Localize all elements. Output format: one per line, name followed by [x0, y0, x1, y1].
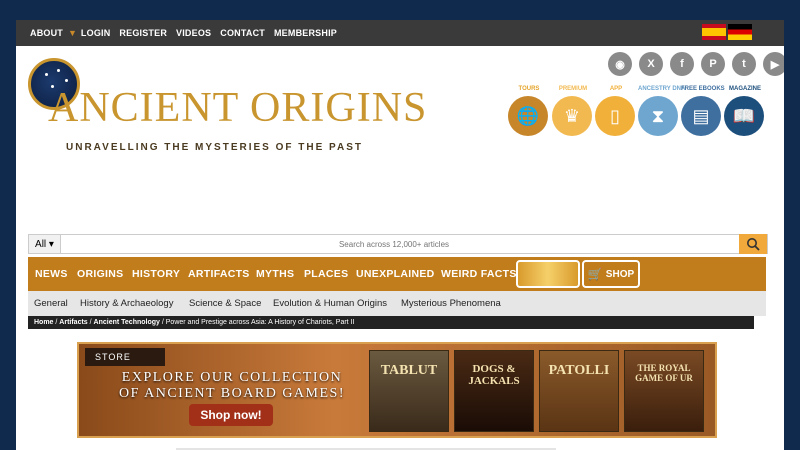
- subnav-general[interactable]: General: [34, 291, 68, 316]
- game-dogs-jackals[interactable]: DOGS & JACKALS: [454, 350, 534, 432]
- banner-line-1: EXPLORE OUR COLLECTION: [121, 370, 343, 385]
- game-patolli[interactable]: PATOLLI: [539, 350, 619, 432]
- store-banner[interactable]: STORE EXPLORE OUR COLLECTION OF ANCIENT …: [77, 342, 717, 438]
- category-free-ebooks[interactable]: FREE EBOOKS ▤: [681, 86, 725, 136]
- nav-artifacts[interactable]: ARTIFACTS: [188, 257, 250, 291]
- nav-unexplained[interactable]: UNEXPLAINED: [356, 257, 435, 291]
- social-links: ◉ X f P t ▶: [601, 52, 784, 76]
- dna-icon: ⧗: [638, 96, 678, 136]
- nav-contact[interactable]: CONTACT: [220, 28, 265, 38]
- page: ABOUT ▼ LOGIN REGISTER VIDEOS CONTACT ME…: [16, 20, 784, 450]
- category-app[interactable]: APP ▯: [595, 86, 637, 136]
- search-scope-select[interactable]: All ▾: [29, 235, 61, 253]
- subnav-history-archaeology[interactable]: History & Archaeology: [80, 291, 173, 316]
- spanish-flag-icon[interactable]: [702, 24, 726, 40]
- category-magazine[interactable]: MAGAZINE 📖: [724, 86, 766, 136]
- crown-icon: ♛: [552, 96, 592, 136]
- pinterest-icon[interactable]: P: [701, 52, 725, 76]
- caret-down-icon[interactable]: ▼: [68, 28, 77, 38]
- main-nav: NEWS ORIGINS HISTORY ARTIFACTS MYTHS PLA…: [28, 257, 766, 291]
- shop-now-button[interactable]: Shop now!: [189, 404, 273, 426]
- nav-history[interactable]: HISTORY: [132, 257, 180, 291]
- cart-icon: 🛒: [587, 267, 603, 281]
- shop-button[interactable]: 🛒 SHOP: [582, 260, 640, 288]
- youtube-icon[interactable]: ▶: [763, 52, 784, 76]
- store-label: STORE: [85, 348, 165, 366]
- logo-tagline: UNRAVELLING THE MYSTERIES OF THE PAST: [66, 142, 363, 153]
- globe-plane-icon: 🌐: [508, 96, 548, 136]
- breadcrumb-current: Power and Prestige across Asia: A Histor…: [165, 319, 355, 326]
- subnav-science-space[interactable]: Science & Space: [189, 291, 261, 316]
- subnav-evolution[interactable]: Evolution & Human Origins: [273, 291, 387, 316]
- nav-videos[interactable]: VIDEOS: [176, 28, 211, 38]
- top-bar: ABOUT ▼ LOGIN REGISTER VIDEOS CONTACT ME…: [16, 20, 784, 46]
- search-button[interactable]: [739, 234, 767, 254]
- breadcrumb-ancient-technology[interactable]: Ancient Technology: [94, 319, 160, 326]
- breadcrumb-artifacts[interactable]: Artifacts: [59, 319, 87, 326]
- ebook-icon: ▤: [681, 96, 721, 136]
- category-premium[interactable]: PREMIUM ♛: [552, 86, 594, 136]
- nav-origins[interactable]: ORIGINS: [77, 257, 123, 291]
- nav-login[interactable]: LOGIN: [81, 28, 111, 38]
- category-tours[interactable]: TOURS 🌐: [508, 86, 550, 136]
- banner-line-2: OF ANCIENT BOARD GAMES!: [119, 386, 345, 401]
- search-bar: All ▾: [28, 234, 768, 254]
- nav-weird-facts[interactable]: WEIRD FACTS: [441, 257, 517, 291]
- nav-about[interactable]: ABOUT: [30, 28, 63, 38]
- german-flag-icon[interactable]: [728, 24, 752, 40]
- facebook-icon[interactable]: f: [670, 52, 694, 76]
- breadcrumb: Home / Artifacts / Ancient Technology / …: [28, 316, 754, 329]
- book-icon: 📖: [724, 96, 764, 136]
- nav-myths[interactable]: MYTHS: [256, 257, 294, 291]
- nav-register[interactable]: REGISTER: [119, 28, 167, 38]
- phone-hand-icon: ▯: [595, 96, 635, 136]
- game-royal-ur[interactable]: THE ROYAL GAME OF UR: [624, 350, 704, 432]
- nav-membership[interactable]: MEMBERSHIP: [274, 28, 337, 38]
- rss-icon[interactable]: ◉: [608, 52, 632, 76]
- gold-button[interactable]: [516, 260, 580, 288]
- site-logo[interactable]: ANCIENT ORIGINS UNRAVELLING THE MYSTERIE…: [28, 58, 426, 153]
- breadcrumb-home[interactable]: Home: [34, 319, 53, 326]
- sub-nav: General History & Archaeology Science & …: [28, 291, 766, 316]
- top-nav: ABOUT ▼ LOGIN REGISTER VIDEOS CONTACT ME…: [30, 20, 346, 46]
- category-ancestry-dna[interactable]: ANCESTRY DNA ⧗: [638, 86, 685, 136]
- subnav-mysterious-phenomena[interactable]: Mysterious Phenomena: [401, 291, 501, 316]
- x-icon[interactable]: X: [639, 52, 663, 76]
- search-input[interactable]: [69, 236, 719, 252]
- nav-places[interactable]: PLACES: [304, 257, 348, 291]
- nav-news[interactable]: NEWS: [35, 257, 68, 291]
- search-icon: [747, 238, 760, 251]
- game-tablut[interactable]: TABLUT: [369, 350, 449, 432]
- logo-title: ANCIENT ORIGINS: [48, 85, 428, 131]
- tumblr-icon[interactable]: t: [732, 52, 756, 76]
